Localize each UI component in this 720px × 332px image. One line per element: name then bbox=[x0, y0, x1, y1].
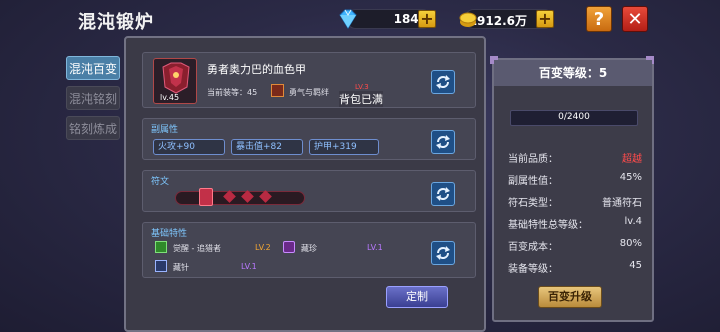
tab-chaos-inscribe[interactable]: 混沌铭刻 bbox=[66, 86, 120, 110]
trait-level-3: LV.1 bbox=[241, 262, 257, 271]
set-icon bbox=[271, 84, 284, 97]
base-traits-title: 基础特性 bbox=[151, 229, 188, 239]
bag-full-notice: 背包已满 bbox=[339, 91, 383, 107]
row-value: 45 bbox=[629, 260, 642, 271]
row-value: 普通符石 bbox=[602, 198, 642, 209]
tab-chaos-transform[interactable]: 混沌百变 bbox=[66, 56, 120, 80]
add-diamonds-button[interactable]: + bbox=[418, 10, 436, 28]
trait-needle-icon bbox=[155, 260, 167, 272]
row-value: 80% bbox=[619, 238, 642, 249]
tab-inscribe-craft[interactable]: 铭刻炼成 bbox=[66, 116, 120, 140]
set-level: LV.3 bbox=[355, 83, 369, 91]
row-label: 符石类型： bbox=[508, 198, 558, 209]
refresh-icon bbox=[436, 135, 450, 149]
trait-name-1: 觉醒 - 追猎者 bbox=[173, 244, 221, 253]
quality-value: 超越 bbox=[622, 154, 642, 165]
row-label: 副属性值： bbox=[508, 176, 558, 187]
close-button[interactable]: ✕ bbox=[622, 6, 648, 32]
reroll-runes-button[interactable] bbox=[431, 182, 455, 206]
progress-bar: 0/2400 bbox=[510, 110, 638, 126]
page-title: 混沌锻炉 bbox=[78, 12, 154, 33]
base-traits-section: 基础特性 觉醒 - 追猎者 LV.2 藏珍 LV.1 藏针 LV.1 bbox=[142, 222, 476, 278]
sub-stat-3: 护甲+319 bbox=[309, 139, 379, 155]
sub-stat-1: 火攻+90 bbox=[153, 139, 225, 155]
rune-type-row: 符石类型： 普通符石 bbox=[508, 194, 642, 209]
sub-attributes-section: 副属性 火攻+90 暴击值+82 护甲+319 bbox=[142, 118, 476, 160]
equipment-level-row: 装备等级： 45 bbox=[508, 260, 642, 275]
quality-row: 当前品质： 超越 bbox=[508, 150, 642, 165]
row-label: 当前品质： bbox=[508, 154, 558, 165]
diamond-icon bbox=[339, 9, 357, 29]
customize-button[interactable]: 定制 bbox=[386, 286, 448, 308]
item-header-section: lv.45 勇者奥力巴的血色甲 当前装等：45 勇气与羁绊 LV.3 背包已满 bbox=[142, 52, 476, 108]
transform-upgrade-button[interactable]: 百变升级 bbox=[538, 286, 602, 308]
sub-stat-2: 暴击值+82 bbox=[231, 139, 303, 155]
reroll-sub-attributes-button[interactable] bbox=[431, 130, 455, 154]
armor-icon bbox=[162, 62, 190, 94]
sub-attributes-title: 副属性 bbox=[151, 125, 179, 135]
trait-level-2: LV.1 bbox=[367, 243, 383, 252]
row-value: 45% bbox=[619, 172, 642, 183]
row-label: 装备等级： bbox=[508, 264, 558, 275]
refresh-icon bbox=[436, 187, 450, 201]
transform-level-panel: 百变等级：5 0/2400 当前品质： 超越 副属性值： 45% 符石类型： 普… bbox=[490, 56, 654, 322]
item-name: 勇者奥力巴的血色甲 bbox=[207, 63, 306, 76]
set-name: 勇气与羁绊 bbox=[289, 88, 329, 97]
rune-gem-main bbox=[199, 188, 213, 206]
main-panel: lv.45 勇者奥力巴的血色甲 当前装等：45 勇气与羁绊 LV.3 背包已满 … bbox=[124, 36, 486, 332]
runes-title: 符文 bbox=[151, 177, 170, 187]
refresh-icon bbox=[436, 75, 450, 89]
trait-name-3: 藏针 bbox=[173, 263, 189, 272]
trait-total-level-row: 基础特性总等级： lv.4 bbox=[508, 216, 642, 231]
sub-attr-value-row: 副属性值： 45% bbox=[508, 172, 642, 187]
transform-cost-row: 百变成本： 80% bbox=[508, 238, 642, 253]
add-gold-button[interactable]: + bbox=[536, 10, 554, 28]
progress-text: 0/2400 bbox=[558, 112, 590, 122]
trait-treasure-icon bbox=[283, 241, 295, 253]
reroll-item-button[interactable] bbox=[431, 70, 455, 94]
trait-level-1: LV.2 bbox=[255, 243, 271, 252]
item-level: lv.45 bbox=[160, 93, 180, 102]
item-slot[interactable]: lv.45 bbox=[153, 58, 197, 104]
row-label: 百变成本： bbox=[508, 242, 558, 253]
row-label: 基础特性总等级： bbox=[508, 220, 588, 231]
trait-name-2: 藏珍 bbox=[301, 244, 317, 253]
rune-bar bbox=[175, 191, 305, 205]
row-value: lv.4 bbox=[624, 216, 642, 227]
item-equip-level: 当前装等：45 bbox=[207, 88, 258, 97]
runes-section: 符文 bbox=[142, 170, 476, 212]
transform-level-title: 百变等级：5 bbox=[494, 60, 652, 86]
help-button[interactable]: ? bbox=[586, 6, 612, 32]
trait-awaken-icon bbox=[155, 241, 167, 253]
reroll-traits-button[interactable] bbox=[431, 241, 455, 265]
refresh-icon bbox=[436, 246, 450, 260]
gold-coin-icon bbox=[459, 12, 477, 27]
